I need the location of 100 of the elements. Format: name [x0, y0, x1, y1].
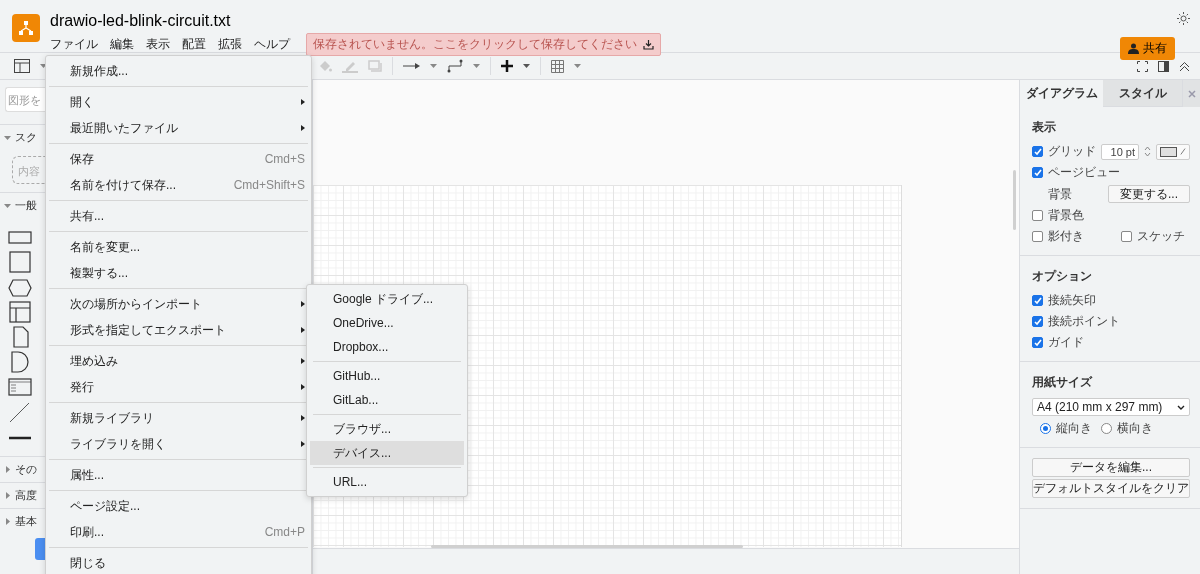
panel-button[interactable]: デフォルトスタイルをクリア — [1032, 479, 1190, 498]
paper-size-select[interactable]: A4 (210 mm x 297 mm) — [1032, 398, 1190, 416]
menu-item[interactable]: 形式を指定してエクスポート — [46, 317, 311, 343]
close-icon[interactable] — [1187, 89, 1196, 98]
plus-icon[interactable] — [501, 60, 513, 72]
menu-item[interactable]: 表示 — [146, 32, 176, 57]
radio-button[interactable] — [1101, 423, 1112, 434]
menu-item[interactable]: Google ドライブ... — [310, 287, 464, 311]
list-icon[interactable] — [8, 376, 32, 398]
change-button[interactable]: 変更する... — [1108, 185, 1190, 203]
table-icon[interactable] — [551, 59, 564, 73]
checkbox[interactable] — [1032, 316, 1043, 327]
checkbox[interactable] — [1032, 146, 1043, 157]
menu-item[interactable]: 保存 Cmd+S — [46, 146, 311, 172]
menu-item[interactable]: Dropbox... — [310, 335, 464, 359]
checkbox[interactable] — [1032, 210, 1043, 221]
menu-item[interactable]: 最近開いたファイル — [46, 115, 311, 141]
checkbox-label[interactable]: グリッド — [1048, 143, 1096, 160]
collapsed-caret-icon[interactable] — [4, 492, 11, 499]
menu-item[interactable]: ライブラリを開く — [46, 431, 311, 457]
panel-tab[interactable]: スタイル — [1103, 80, 1182, 107]
chevron-down-icon — [1177, 404, 1185, 410]
checkbox-label[interactable]: ページビュー — [1048, 164, 1120, 181]
checkbox[interactable] — [1121, 231, 1132, 242]
menu-item[interactable]: 配置 — [182, 32, 212, 57]
fullscreen-icon[interactable] — [1137, 60, 1148, 72]
panel-icon[interactable] — [1158, 60, 1169, 72]
menu-item[interactable]: ファイル — [50, 32, 104, 57]
square-icon[interactable] — [8, 251, 32, 273]
checkbox[interactable] — [1032, 295, 1043, 306]
menu-item[interactable]: 複製する... — [46, 260, 311, 286]
sun-icon[interactable] — [1177, 12, 1190, 25]
checkbox[interactable] — [1032, 167, 1043, 178]
checkbox-label[interactable]: 背景色 — [1048, 207, 1084, 224]
radio-label[interactable]: 横向き — [1117, 420, 1153, 437]
menu-item[interactable]: 拡張 — [218, 32, 248, 57]
menu-item[interactable]: 閉じる — [46, 550, 311, 574]
menu-item[interactable]: GitLab... — [310, 388, 464, 412]
person-icon — [1128, 43, 1139, 54]
submenu-arrow-icon — [301, 301, 305, 307]
grid-color-button[interactable] — [1156, 143, 1190, 160]
checkbox-label[interactable]: ガイド — [1048, 334, 1084, 351]
menu-item[interactable]: デバイス... — [310, 441, 464, 465]
menu-item[interactable]: 発行 — [46, 374, 311, 400]
file-title[interactable]: drawio-led-blink-circuit.txt — [50, 12, 661, 30]
checkbox-label[interactable]: スケッチ — [1137, 228, 1185, 245]
field-label: 背景 — [1048, 185, 1072, 203]
app-logo[interactable] — [12, 14, 40, 42]
menu-item[interactable]: 共有... — [46, 203, 311, 229]
menu-item[interactable]: 新規作成... — [46, 58, 311, 84]
scrollbar[interactable] — [431, 545, 743, 548]
collapsed-caret-icon[interactable] — [4, 466, 11, 473]
submenu-arrow-icon — [301, 415, 305, 421]
checkbox[interactable] — [1032, 231, 1043, 242]
menu-item[interactable]: 名前を変更... — [46, 234, 311, 260]
panel-button[interactable]: データを編集... — [1032, 458, 1190, 477]
section-title[interactable]: その — [15, 462, 37, 477]
caret-icon — [473, 64, 480, 68]
collapsed-caret-icon[interactable] — [4, 518, 11, 525]
menu-item[interactable]: 新規ライブラリ — [46, 405, 311, 431]
waypoint-icon[interactable] — [447, 59, 463, 73]
radio-label[interactable]: 縦向き — [1056, 420, 1092, 437]
submenu-arrow-icon — [301, 125, 305, 131]
section-title[interactable]: スク — [15, 130, 37, 145]
menu-item[interactable]: URL... — [310, 470, 464, 494]
section-title: 表示 — [1032, 119, 1057, 136]
menu-item[interactable]: 開く — [46, 89, 311, 115]
download-icon — [643, 39, 654, 50]
share-button[interactable]: 共有 — [1120, 37, 1175, 60]
collapse-icon[interactable] — [1179, 60, 1190, 72]
menu-item[interactable]: 名前を付けて保存... Cmd+Shift+S — [46, 172, 311, 198]
color-swatch — [1160, 146, 1178, 157]
diagonal-line-icon[interactable] — [8, 401, 32, 423]
menu-item[interactable]: OneDrive... — [310, 311, 464, 335]
section-title[interactable]: 基本 — [15, 514, 37, 529]
expanded-caret-icon[interactable] — [4, 134, 11, 141]
section-title[interactable]: 一般 — [15, 198, 37, 213]
menu-item[interactable]: ブラウザ... — [310, 417, 464, 441]
layout-icon[interactable] — [14, 59, 30, 73]
menu-item[interactable]: 次の場所からインポート — [46, 291, 311, 317]
menu-item[interactable]: 埋め込み — [46, 348, 311, 374]
hexagon-icon[interactable] — [8, 276, 32, 298]
radio-button[interactable] — [1040, 423, 1051, 434]
menu-item[interactable]: 印刷... Cmd+P — [46, 519, 311, 545]
scrollbar[interactable] — [1013, 170, 1016, 230]
checkbox-label[interactable]: 接続矢印 — [1048, 292, 1096, 309]
spinner-icon[interactable] — [1144, 145, 1151, 158]
caret-icon — [523, 64, 530, 68]
checkbox-label[interactable]: 影付き — [1048, 228, 1116, 245]
section-title[interactable]: 高度 — [15, 488, 37, 503]
menu-item[interactable]: GitHub... — [310, 364, 464, 388]
menu-item[interactable]: ページ設定... — [46, 493, 311, 519]
expanded-caret-icon[interactable] — [4, 202, 11, 209]
menu-item[interactable]: ヘルプ — [254, 32, 296, 57]
checkbox-label[interactable]: 接続ポイント — [1048, 313, 1120, 330]
menu-item[interactable]: 編集 — [110, 32, 140, 57]
table-icon[interactable] — [8, 301, 32, 323]
connector-arrow-icon[interactable] — [403, 62, 420, 70]
checkbox[interactable] — [1032, 337, 1043, 348]
grid-size-field[interactable]: 10 pt — [1101, 143, 1139, 160]
